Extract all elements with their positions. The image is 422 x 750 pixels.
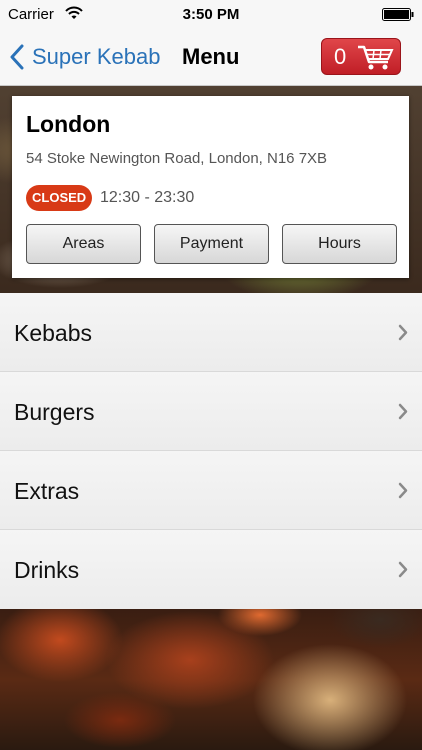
cart-button[interactable]: 0 <box>321 38 401 75</box>
status-bar: Carrier 3:50 PM <box>0 0 422 30</box>
menu-item-extras[interactable]: Extras <box>0 451 422 530</box>
areas-button[interactable]: Areas <box>26 224 141 264</box>
battery-icon <box>382 8 414 21</box>
menu-item-burgers[interactable]: Burgers <box>0 372 422 451</box>
store-address: 54 Stoke Newington Road, London, N16 7XB <box>26 150 328 167</box>
menu-item-label: Extras <box>14 478 80 504</box>
menu-item-label: Kebabs <box>14 320 93 346</box>
chevron-right-icon <box>398 561 408 578</box>
menu-item-label: Drinks <box>14 557 80 583</box>
status-badge: CLOSED <box>26 185 93 211</box>
menu-item-drinks[interactable]: Drinks <box>0 530 422 609</box>
back-button-label: Super Kebab <box>32 44 161 69</box>
shopping-cart-icon <box>358 45 394 69</box>
menu-category-list: Kebabs Burgers Extras Drinks <box>0 293 422 610</box>
chevron-right-icon <box>398 324 408 341</box>
chevron-right-icon <box>398 403 408 420</box>
payment-button[interactable]: Payment <box>154 224 269 264</box>
cart-count: 0 <box>334 43 347 69</box>
menu-item-kebabs[interactable]: Kebabs <box>0 293 422 372</box>
store-info-card: London 54 Stoke Newington Road, London, … <box>12 96 409 278</box>
page-title: Menu <box>182 44 240 69</box>
chevron-right-icon <box>398 482 408 499</box>
opening-hours: 12:30 - 23:30 <box>100 189 195 206</box>
hours-button[interactable]: Hours <box>282 224 397 264</box>
status-time: 3:50 PM <box>182 6 240 23</box>
menu-item-label: Burgers <box>14 399 95 425</box>
chevron-left-icon <box>10 44 24 70</box>
navigation-bar: Super Kebab Menu 0 <box>0 30 422 86</box>
back-button[interactable]: Super Kebab <box>10 40 160 74</box>
store-city: London <box>26 111 111 137</box>
